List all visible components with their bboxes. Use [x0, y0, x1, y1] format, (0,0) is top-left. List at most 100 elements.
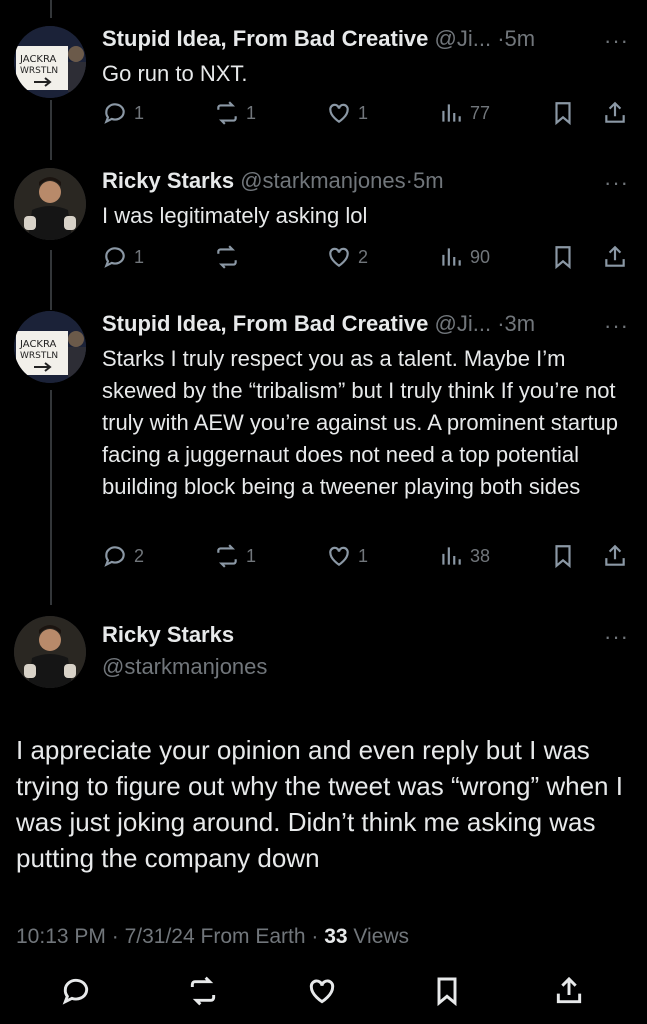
timestamp[interactable]: 5m	[413, 168, 444, 193]
views-count: 38	[470, 545, 491, 566]
separator: ·	[497, 311, 505, 336]
author-handle[interactable]: @Ji...	[435, 26, 492, 51]
like-count: 2	[358, 246, 369, 267]
reply-button[interactable]	[60, 975, 92, 1012]
reply-count: 1	[134, 102, 145, 123]
author-name[interactable]: Ricky Starks	[102, 168, 234, 193]
thread-line	[50, 390, 52, 605]
reply-count: 2	[134, 545, 145, 566]
like-button[interactable]: 1	[326, 543, 368, 569]
separator: ·	[311, 925, 319, 948]
views-button[interactable]: 77	[438, 100, 490, 126]
reply-button[interactable]: 1	[102, 100, 144, 126]
share-icon	[605, 245, 625, 267]
separator: ·	[405, 168, 413, 193]
bookmark-icon	[437, 977, 457, 1007]
share-icon	[605, 101, 625, 123]
author-name[interactable]: Stupid Idea, From Bad Creative	[102, 26, 428, 51]
like-count: 1	[358, 102, 369, 123]
author-handle[interactable]: @starkmanjones	[102, 654, 267, 680]
author-name[interactable]: Ricky Starks	[102, 622, 234, 648]
bookmark-icon	[555, 102, 571, 126]
tweet-date[interactable]: 7/31/24	[125, 925, 195, 948]
like-button[interactable]	[306, 975, 338, 1012]
repost-icon	[190, 976, 216, 1006]
wrestler-avatar[interactable]	[14, 616, 86, 688]
more-icon[interactable]: ···	[604, 313, 629, 339]
views-icon	[442, 547, 461, 565]
like-icon	[329, 546, 349, 566]
repost-button[interactable]	[214, 244, 246, 270]
bookmark-button[interactable]	[431, 975, 463, 1012]
tweet-metadata: 10:13 PM · 7/31/24 From Earth · 33 Views	[16, 925, 409, 949]
repost-icon	[217, 544, 237, 568]
like-button[interactable]: 1	[326, 100, 368, 126]
reply-icon	[104, 546, 125, 567]
like-icon	[309, 979, 335, 1004]
share-button[interactable]	[553, 975, 585, 1012]
author-handle[interactable]: @Ji...	[435, 311, 492, 336]
repost-icon	[217, 245, 237, 269]
repost-icon	[217, 101, 237, 125]
sign-avatar[interactable]: JACKRA WRSTLN	[14, 26, 86, 98]
main-tweet-actions	[0, 975, 647, 1015]
tweet-text: Go run to NXT.	[102, 61, 248, 86]
reply-count: 1	[134, 246, 145, 267]
more-icon[interactable]: ···	[604, 170, 629, 196]
like-icon	[329, 247, 349, 267]
tweet-text: I was legitimately asking lol	[102, 203, 368, 228]
more-icon[interactable]: ···	[604, 28, 629, 54]
views-icon	[442, 104, 461, 122]
share-button[interactable]	[602, 100, 628, 126]
separator: ·	[497, 26, 505, 51]
svg-text:JACKRA: JACKRA	[19, 339, 57, 350]
thread-line	[50, 0, 52, 18]
views-label: Views	[353, 925, 410, 948]
share-icon	[556, 976, 582, 1004]
reply-button[interactable]: 2	[102, 543, 144, 569]
views-button[interactable]: 38	[438, 543, 490, 569]
separator: ·	[111, 925, 119, 948]
like-button[interactable]: 2	[326, 244, 368, 270]
bookmark-button[interactable]	[550, 244, 576, 270]
tweet-header: Ricky Starks @starkmanjones·5m	[102, 168, 577, 194]
reply-icon	[104, 103, 125, 124]
reply-button[interactable]: 1	[102, 244, 144, 270]
timestamp[interactable]: 3m	[505, 311, 536, 336]
reply-icon	[62, 978, 89, 1005]
svg-text:JACKRA: JACKRA	[19, 54, 57, 65]
reply-icon	[104, 247, 125, 268]
like-icon	[329, 103, 349, 123]
wrestler-avatar[interactable]	[14, 168, 86, 240]
views-count: 33	[324, 925, 348, 948]
tweet-actions: 1 1 1 77	[102, 100, 632, 130]
tweet-time[interactable]: 10:13 PM	[16, 925, 106, 948]
bookmark-button[interactable]	[550, 100, 576, 126]
share-button[interactable]	[602, 543, 628, 569]
main-tweet-text: I appreciate your opinion and even reply…	[16, 735, 623, 873]
views-count: 77	[470, 102, 491, 123]
views-button[interactable]: 90	[438, 244, 490, 270]
tweet-header: Stupid Idea, From Bad Creative @Ji... ·3…	[102, 311, 577, 337]
more-icon[interactable]: ···	[604, 624, 629, 650]
tweet-text: Starks I truly respect you as a talent. …	[102, 346, 619, 499]
timestamp[interactable]: 5m	[505, 26, 536, 51]
author-name[interactable]: Stupid Idea, From Bad Creative	[102, 311, 428, 336]
bookmark-icon	[555, 246, 571, 270]
repost-button[interactable]: 1	[214, 100, 256, 126]
svg-text:WRSTLN: WRSTLN	[20, 66, 58, 76]
share-button[interactable]	[602, 244, 628, 270]
bookmark-button[interactable]	[550, 543, 576, 569]
repost-count: 1	[246, 102, 257, 123]
repost-button[interactable]: 1	[214, 543, 256, 569]
bookmark-icon	[555, 545, 571, 569]
views-icon	[442, 248, 461, 266]
thread-line	[50, 100, 52, 160]
repost-count: 1	[246, 545, 257, 566]
sign-avatar[interactable]: JACKRA WRSTLN	[14, 311, 86, 383]
like-count: 1	[358, 545, 369, 566]
svg-text:WRSTLN: WRSTLN	[20, 351, 58, 361]
author-handle[interactable]: @starkmanjones	[240, 168, 405, 193]
tweet-source: From Earth	[200, 925, 306, 948]
repost-button[interactable]	[187, 975, 219, 1012]
